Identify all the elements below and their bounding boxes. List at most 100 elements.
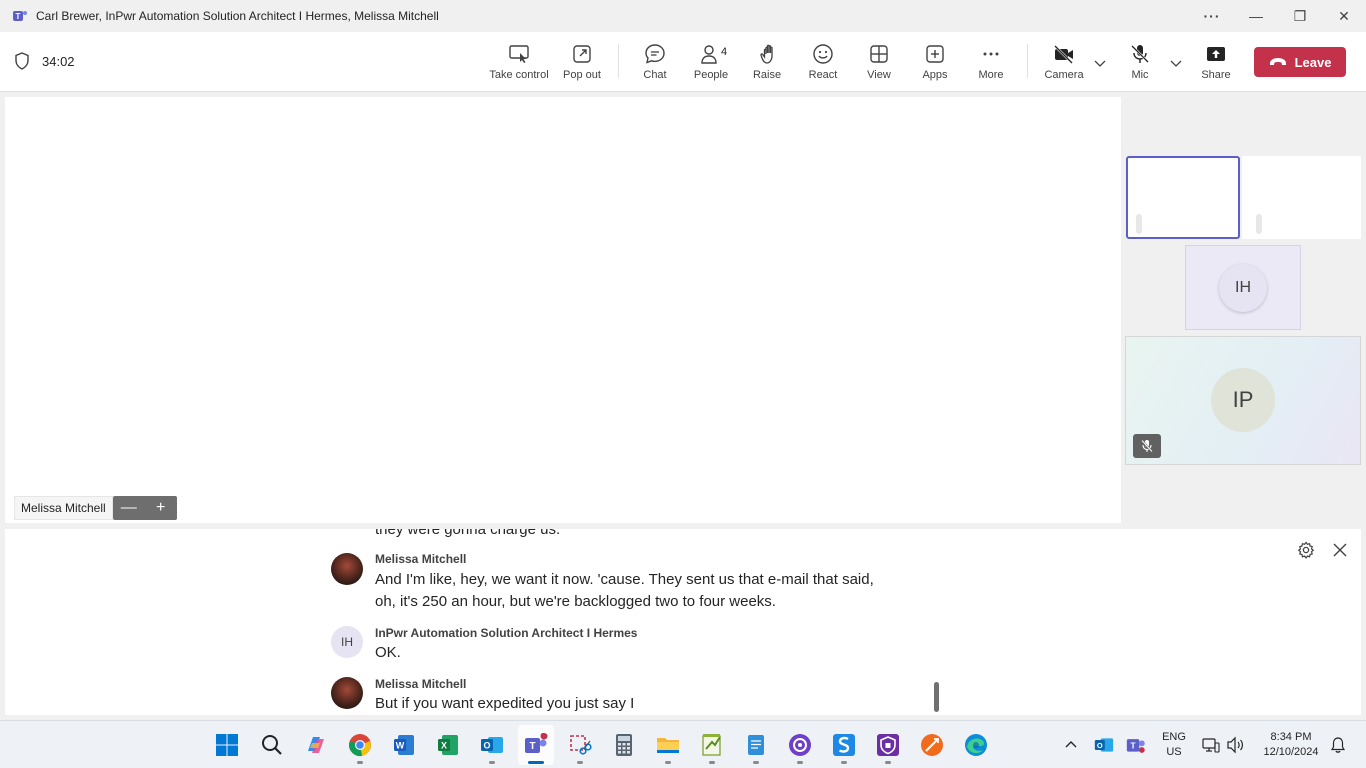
speaker-name-tag: Melissa Mitchell — +: [14, 496, 177, 520]
network-icon[interactable]: [1202, 736, 1220, 754]
take-control-icon: [509, 45, 529, 63]
raise-hand-button[interactable]: Raise: [735, 40, 799, 86]
more-label: More: [978, 69, 1004, 81]
running-indicator: [489, 761, 495, 764]
captions-settings-gear-icon[interactable]: [1297, 541, 1315, 559]
clock[interactable]: 8:34 PM 12/10/2024: [1256, 730, 1326, 760]
view-label: View: [867, 69, 891, 81]
raise-hand-icon: [760, 44, 773, 64]
apps-icon: [926, 45, 944, 63]
close-window-button[interactable]: ✕: [1322, 0, 1366, 32]
notepad-icon[interactable]: [744, 733, 768, 757]
take-control-button[interactable]: Take control: [487, 40, 551, 86]
participant-tile-ip[interactable]: IP: [1125, 336, 1361, 465]
people-icon: [701, 45, 717, 64]
svg-text:W: W: [396, 741, 405, 751]
meeting-timer: 34:02: [14, 52, 75, 70]
language-text: ENG: [1162, 731, 1186, 743]
excel-icon[interactable]: X: [436, 733, 460, 757]
people-button[interactable]: 4 People: [679, 40, 743, 86]
react-label: React: [808, 69, 838, 81]
running-indicator: [357, 761, 363, 764]
camera-label: Camera: [1044, 69, 1084, 81]
volume-icon[interactable]: [1226, 736, 1246, 754]
pop-out-button[interactable]: Pop out: [550, 40, 614, 86]
caption-line: And I'm like, hey, we want it now. 'caus…: [375, 571, 874, 588]
react-button[interactable]: React: [791, 40, 855, 86]
restore-button[interactable]: ❐: [1278, 0, 1322, 32]
camera-button[interactable]: Camera: [1032, 40, 1096, 86]
calculator-icon[interactable]: [612, 733, 636, 757]
window-title: Carl Brewer, InPwr Automation Solution A…: [36, 9, 439, 23]
more-button[interactable]: More: [959, 40, 1023, 86]
minimize-button[interactable]: —: [1234, 0, 1278, 32]
phone-hangup-icon: [1269, 58, 1286, 65]
mic-off-icon: [1131, 45, 1149, 63]
clock-time: 8:34 PM: [1270, 731, 1312, 743]
running-indicator: [797, 761, 803, 764]
search-icon[interactable]: [260, 733, 284, 757]
caption-speaker: Melissa Mitchell: [375, 552, 467, 566]
participant-tile-ih[interactable]: IH: [1185, 245, 1301, 330]
toolbar-divider: [618, 44, 619, 78]
running-indicator: [841, 761, 847, 764]
view-icon: [870, 45, 888, 63]
outlook-icon[interactable]: O: [480, 733, 504, 757]
chevron-up-icon[interactable]: [1064, 738, 1078, 752]
teams-icon[interactable]: T: [524, 733, 548, 757]
pop-out-icon: [573, 45, 591, 63]
mic-button[interactable]: Mic: [1108, 40, 1172, 86]
region-text: US: [1166, 746, 1182, 758]
chat-label: Chat: [643, 69, 667, 81]
tile-name-bar: [1136, 214, 1142, 234]
captions-scrollbar[interactable]: [934, 682, 939, 712]
clock-date: 12/10/2024: [1263, 746, 1319, 758]
app-orange-icon[interactable]: [920, 733, 944, 757]
windows-taskbar: W X O T O T ENG US 8:34 PM 12/10/2024: [0, 720, 1366, 768]
share-button[interactable]: Share: [1184, 40, 1248, 86]
app-s-icon[interactable]: [832, 733, 856, 757]
view-button[interactable]: View: [847, 40, 911, 86]
teams-app-icon: T: [13, 11, 27, 21]
close-captions-icon[interactable]: [1331, 541, 1349, 559]
leave-label: Leave: [1294, 54, 1332, 70]
svg-text:T: T: [1131, 740, 1136, 750]
participant-tile[interactable]: [1242, 156, 1361, 239]
github-desktop-icon[interactable]: [788, 733, 812, 757]
avatar-ih: IH: [1219, 264, 1267, 312]
mic-options-chevron-icon[interactable]: [1169, 56, 1183, 70]
outlook-tray-icon[interactable]: O: [1094, 735, 1114, 755]
participant-tile-active[interactable]: [1126, 156, 1240, 239]
notification-bell-icon[interactable]: [1330, 736, 1346, 754]
chat-button[interactable]: Chat: [623, 40, 687, 86]
zoom-in-button[interactable]: +: [145, 496, 177, 520]
edge-icon[interactable]: [964, 733, 988, 757]
running-indicator: [665, 761, 671, 764]
leave-button[interactable]: Leave: [1254, 47, 1346, 77]
app-shield-icon[interactable]: [876, 733, 900, 757]
people-label: People: [693, 69, 729, 81]
tile-name-bar: [1256, 214, 1262, 234]
live-captions-panel: they were gonna charge us. Melissa Mitch…: [5, 529, 1361, 715]
language-indicator[interactable]: ENG US: [1158, 730, 1190, 760]
svg-text:O: O: [483, 741, 490, 751]
running-indicator: [753, 761, 759, 764]
window-more-button[interactable]: ···: [1190, 0, 1234, 32]
caption-line: But if you want expedited you just say I: [375, 695, 635, 712]
file-explorer-icon[interactable]: [656, 733, 680, 757]
snipping-tool-icon[interactable]: [568, 733, 592, 757]
windows-start-icon[interactable]: [215, 733, 239, 757]
raise-label: Raise: [752, 69, 782, 81]
svg-text:O: O: [1097, 741, 1103, 750]
caption-speaker: Melissa Mitchell: [375, 677, 467, 691]
teams-tray-icon[interactable]: T: [1126, 735, 1146, 755]
apps-button[interactable]: Apps: [903, 40, 967, 86]
zoom-out-button[interactable]: —: [113, 496, 145, 520]
notepad-plus-icon[interactable]: [700, 733, 724, 757]
copilot-icon[interactable]: [304, 733, 328, 757]
svg-text:T: T: [16, 12, 21, 21]
speaker-name: Melissa Mitchell: [14, 496, 113, 520]
word-icon[interactable]: W: [392, 733, 416, 757]
chrome-icon[interactable]: [348, 733, 372, 757]
camera-options-chevron-icon[interactable]: [1093, 56, 1107, 70]
